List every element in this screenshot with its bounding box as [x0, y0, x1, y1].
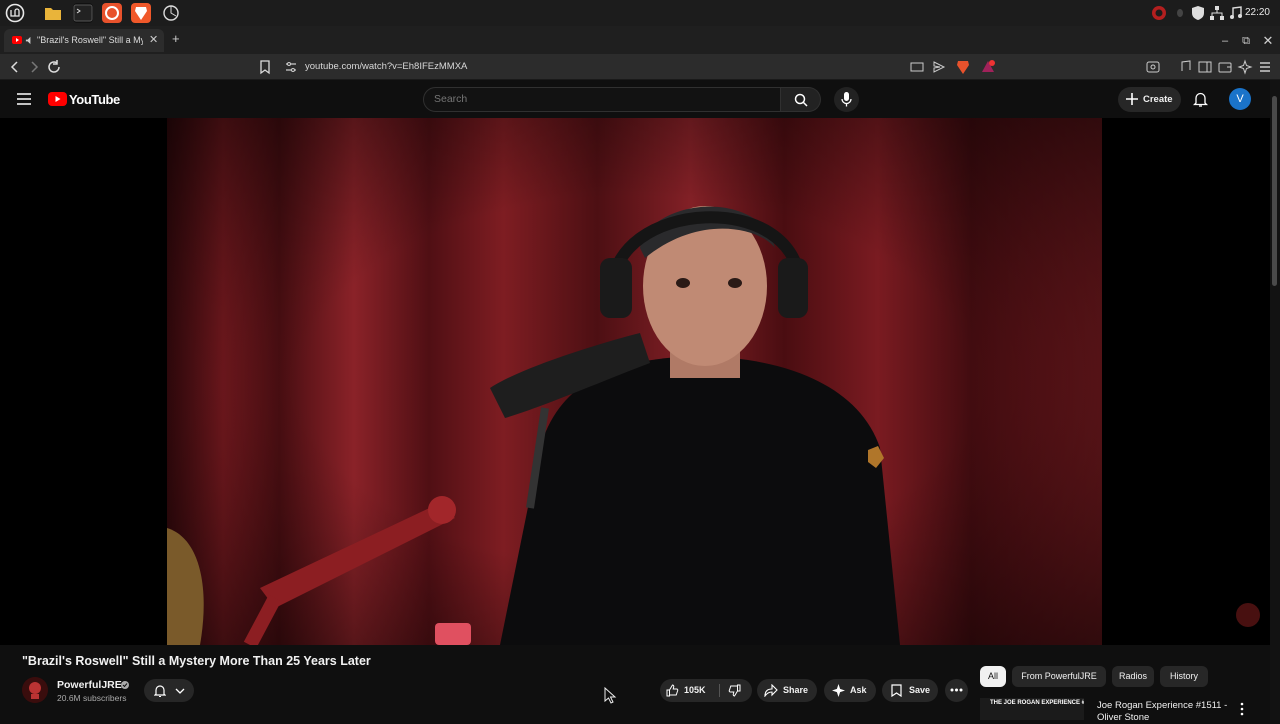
- thumbnail-text: THE JOE ROGAN EXPERIENCE #1511: [990, 700, 1084, 706]
- system-clock[interactable]: 22:20: [1245, 7, 1270, 18]
- channel-watermark-icon[interactable]: [1236, 603, 1260, 627]
- sidebar-icon[interactable]: [1197, 59, 1213, 75]
- search-button[interactable]: [781, 87, 821, 112]
- back-icon[interactable]: [7, 59, 23, 75]
- media-icon[interactable]: [1177, 59, 1193, 75]
- terminal-icon[interactable]: [73, 3, 93, 23]
- settings-app-icon[interactable]: [161, 3, 181, 23]
- chip-radios[interactable]: Radios: [1112, 666, 1154, 687]
- more-horizontal-icon: [950, 688, 963, 692]
- files-icon[interactable]: [43, 3, 63, 23]
- browser-tab-strip: "Brazil's Roswell" Still a My ✕ +: [0, 26, 1280, 54]
- save-playlist-icon: [891, 684, 902, 697]
- reload-icon[interactable]: [46, 59, 62, 75]
- brave-shields-icon[interactable]: [955, 59, 971, 75]
- share-label: Share: [783, 685, 809, 695]
- like-dislike-group: [660, 679, 752, 702]
- recommended-video-title[interactable]: Joe Rogan Experience #1511 - Oliver Ston…: [1097, 700, 1237, 724]
- send-icon[interactable]: [931, 59, 947, 75]
- search-input[interactable]: [434, 93, 764, 105]
- brave-icon[interactable]: [131, 3, 151, 23]
- chevron-down-icon: [175, 688, 185, 694]
- share-icon: [764, 684, 778, 697]
- youtube-favicon-icon: [12, 36, 22, 44]
- channel-name[interactable]: PowerfulJRE: [57, 679, 122, 691]
- scrollbar-thumb[interactable]: [1272, 96, 1277, 286]
- video-title: "Brazil's Roswell" Still a Mystery More …: [22, 654, 371, 668]
- video-player[interactable]: [0, 118, 1270, 645]
- voice-search-button[interactable]: [834, 87, 859, 112]
- account-avatar[interactable]: V: [1229, 88, 1251, 110]
- status-dot-icon: [1175, 5, 1191, 21]
- dislike-button[interactable]: [720, 679, 752, 702]
- subscriber-count: 20.6M subscribers: [57, 693, 127, 703]
- plus-icon: [1126, 93, 1138, 105]
- subscribed-notifications-button[interactable]: [144, 679, 194, 702]
- screenshot-icon[interactable]: [1145, 59, 1161, 75]
- close-tab-icon[interactable]: ✕: [149, 33, 158, 46]
- save-label: Save: [909, 685, 931, 695]
- audio-playing-icon[interactable]: [25, 36, 34, 45]
- chip-from-channel[interactable]: From PowerfulJRE: [1012, 666, 1106, 687]
- address-bar-row: youtube.com/watch?v=Eh8IFEzMMXA: [0, 54, 1280, 80]
- youtube-logo-text[interactable]: YouTube: [69, 92, 120, 107]
- brave-rewards-icon[interactable]: [980, 59, 996, 75]
- guide-menu-icon[interactable]: [17, 93, 31, 105]
- search-icon: [794, 93, 808, 107]
- tab-title: "Brazil's Roswell" Still a My: [37, 35, 143, 45]
- youtube-header: YouTube Create V: [0, 80, 1280, 118]
- leo-ai-icon[interactable]: [1237, 59, 1253, 75]
- more-actions-button[interactable]: [945, 679, 968, 702]
- chip-all[interactable]: All: [980, 666, 1006, 687]
- video-frame: [0, 118, 1270, 645]
- music-icon[interactable]: [1228, 5, 1244, 21]
- close-window-icon[interactable]: ✕: [1261, 34, 1275, 48]
- thumbs-up-icon: [666, 684, 679, 697]
- create-label: Create: [1143, 94, 1173, 105]
- thumbs-down-icon: [728, 684, 741, 697]
- forward-icon[interactable]: [26, 59, 42, 75]
- like-count: 105K: [684, 685, 706, 695]
- browser-tab-active[interactable]: "Brazil's Roswell" Still a My ✕: [4, 29, 164, 52]
- microphone-icon: [841, 92, 852, 107]
- recommendation-more-icon[interactable]: [1238, 702, 1246, 716]
- notifications-bell-icon[interactable]: [1193, 91, 1208, 107]
- minimize-window-icon[interactable]: –: [1218, 34, 1232, 48]
- chip-history[interactable]: History: [1160, 666, 1208, 687]
- maximize-window-icon[interactable]: ⧉: [1239, 34, 1253, 48]
- recommended-video-thumbnail[interactable]: THE JOE ROGAN EXPERIENCE #1511: [980, 698, 1084, 720]
- mouse-cursor-icon: [604, 687, 617, 704]
- new-tab-button[interactable]: +: [172, 31, 180, 46]
- url-field[interactable]: youtube.com/watch?v=Eh8IFEzMMXA: [305, 61, 467, 72]
- sparkle-icon: [832, 684, 845, 697]
- page-scrollbar[interactable]: [1270, 80, 1280, 720]
- firefox-icon[interactable]: [102, 3, 122, 23]
- site-info-icon[interactable]: [283, 59, 299, 75]
- ask-label: Ask: [850, 685, 867, 695]
- mint-menu-icon[interactable]: [5, 3, 25, 23]
- youtube-logo-icon[interactable]: [48, 92, 67, 106]
- channel-avatar[interactable]: [22, 677, 48, 703]
- browser-menu-icon[interactable]: [1257, 59, 1273, 75]
- cast-icon[interactable]: [909, 59, 925, 75]
- opera-tray-icon[interactable]: [1151, 5, 1167, 21]
- os-taskbar: 22:20: [0, 0, 1280, 26]
- wallet-icon[interactable]: [1217, 59, 1233, 75]
- bell-icon: [154, 685, 166, 697]
- network-icon[interactable]: [1209, 5, 1225, 21]
- verified-badge-icon: [121, 681, 129, 689]
- search-box[interactable]: [423, 87, 781, 112]
- shield-icon[interactable]: [1190, 5, 1206, 21]
- bookmark-icon[interactable]: [257, 59, 273, 75]
